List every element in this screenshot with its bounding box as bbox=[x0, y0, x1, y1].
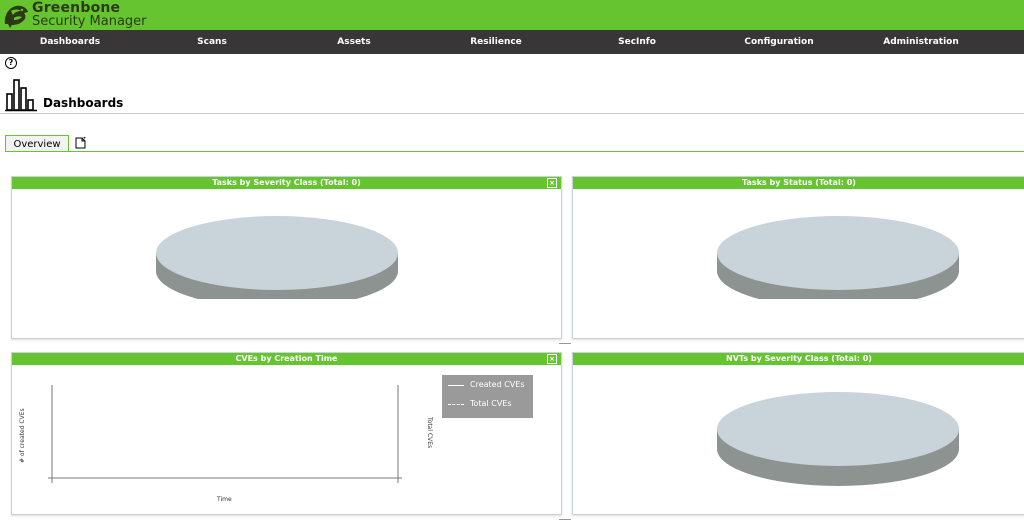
legend-label: Created CVEs bbox=[470, 380, 525, 389]
panel-title: Tasks by Status (Total: 0) bbox=[742, 178, 856, 187]
chart-legend: Created CVEs Total CVEs bbox=[442, 375, 533, 418]
app-name-line2: Security Manager bbox=[32, 14, 147, 29]
pie-chart bbox=[156, 216, 398, 299]
nav-item-assets[interactable]: Assets bbox=[284, 30, 424, 54]
title-divider bbox=[0, 113, 1024, 114]
panel-header[interactable]: Tasks by Severity Class (Total: 0) × bbox=[12, 177, 561, 189]
close-icon[interactable]: × bbox=[547, 354, 557, 364]
panel-title: NVTs by Severity Class (Total: 0) bbox=[726, 354, 872, 363]
nav-item-configuration[interactable]: Configuration bbox=[706, 30, 852, 54]
tab-overview[interactable]: Overview bbox=[5, 135, 69, 152]
y-axis-label-left: # of created CVEs bbox=[19, 408, 26, 463]
panel-cves-by-creation-time: CVEs by Creation Time × # of created CVE… bbox=[11, 352, 562, 515]
panel-header[interactable]: Tasks by Status (Total: 0) bbox=[573, 177, 1024, 189]
new-dashboard-icon[interactable] bbox=[75, 137, 86, 149]
panel-tasks-by-status: Tasks by Status (Total: 0) bbox=[572, 176, 1024, 339]
y-axis-label-right: Total CVEs bbox=[426, 417, 433, 449]
panel-title: CVEs by Creation Time bbox=[235, 354, 338, 363]
pie-top bbox=[717, 216, 959, 290]
main-nav: Dashboards Scans Assets Resilience SecIn… bbox=[0, 30, 1024, 54]
nav-item-administration[interactable]: Administration bbox=[852, 30, 990, 54]
nav-item-scans[interactable]: Scans bbox=[140, 30, 284, 54]
nav-item-resilience[interactable]: Resilience bbox=[424, 30, 568, 54]
close-icon[interactable]: × bbox=[547, 178, 557, 188]
help-icon[interactable]: ? bbox=[5, 57, 17, 69]
legend-swatch bbox=[448, 385, 464, 386]
pie-top bbox=[156, 216, 398, 290]
legend-label: Total CVEs bbox=[470, 399, 512, 408]
panel-header[interactable]: CVEs by Creation Time × bbox=[12, 353, 561, 365]
pie-chart bbox=[717, 392, 959, 486]
page-title: Dashboards bbox=[43, 96, 124, 110]
resize-handle[interactable] bbox=[559, 519, 571, 520]
panel-nvts-by-severity: NVTs by Severity Class (Total: 0) bbox=[572, 352, 1024, 515]
bar-chart-icon bbox=[5, 79, 37, 112]
resize-handle[interactable] bbox=[559, 343, 571, 344]
panel-tasks-by-severity: Tasks by Severity Class (Total: 0) × bbox=[11, 176, 562, 339]
top-header: Greenbone Security Manager bbox=[0, 0, 1024, 30]
nav-item-dashboards[interactable]: Dashboards bbox=[0, 30, 140, 54]
panel-header[interactable]: NVTs by Severity Class (Total: 0) bbox=[573, 353, 1024, 365]
legend-swatch bbox=[448, 404, 464, 406]
pie-chart bbox=[717, 216, 959, 299]
panel-title: Tasks by Severity Class (Total: 0) bbox=[212, 178, 361, 187]
pie-top bbox=[717, 392, 959, 466]
greenbone-logo-icon[interactable] bbox=[2, 2, 30, 29]
tabs-divider bbox=[5, 151, 1024, 152]
x-axis-label: Time bbox=[217, 496, 232, 503]
nav-item-secinfo[interactable]: SecInfo bbox=[568, 30, 706, 54]
